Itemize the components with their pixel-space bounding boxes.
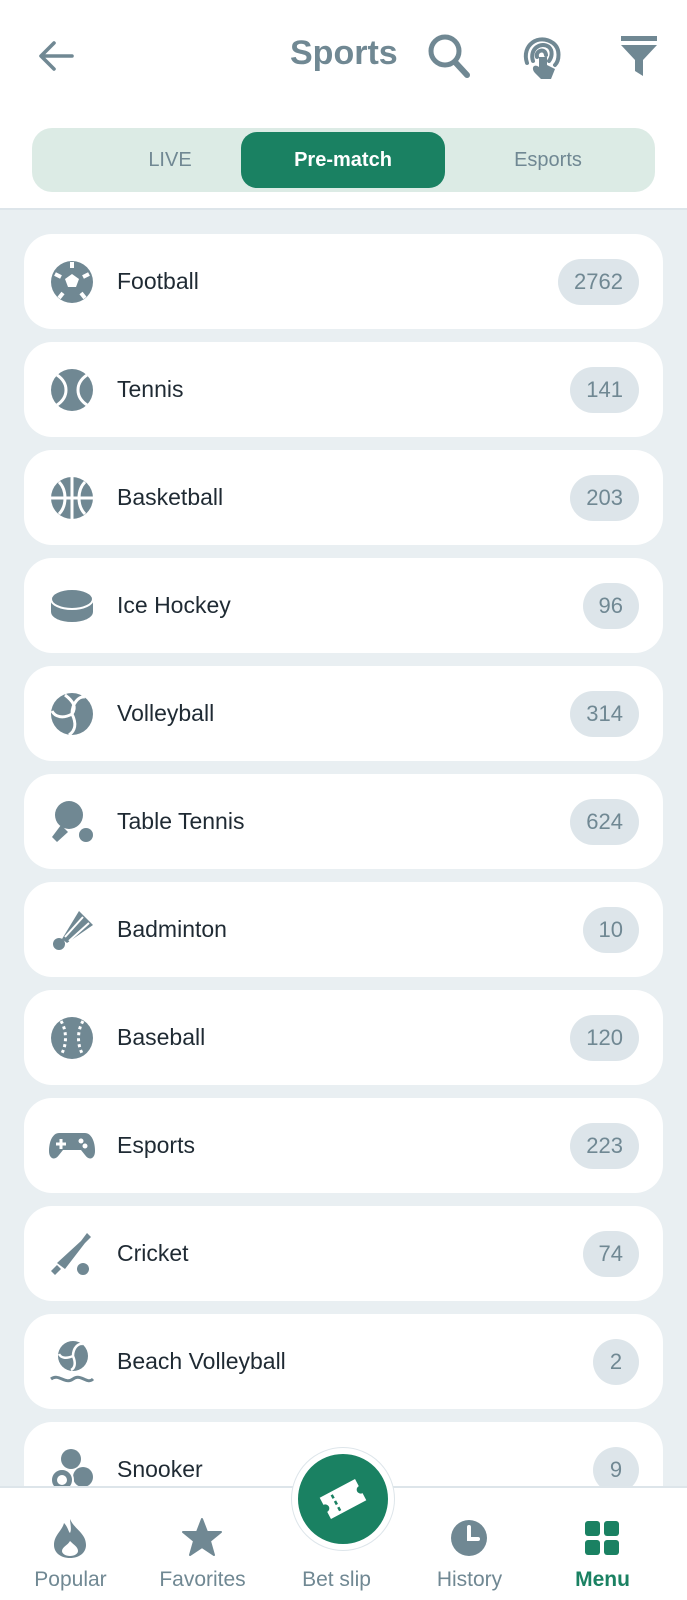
top-bar: Sports LIVE Pre-match Esports: [0, 0, 687, 210]
star-icon: [180, 1516, 224, 1560]
event-count-badge: 74: [582, 1230, 639, 1277]
tab-esports[interactable]: Esports: [446, 132, 650, 188]
event-count-badge: 96: [582, 582, 639, 629]
market-type-tabs: LIVE Pre-match Esports: [32, 128, 655, 192]
back-button[interactable]: [30, 30, 82, 82]
sport-row-tennis[interactable]: Tennis 141: [24, 342, 663, 437]
event-count-badge: 10: [582, 906, 639, 953]
sport-row-beach-volleyball[interactable]: Beach Volleyball 2: [24, 1314, 663, 1409]
sport-name: Baseball: [117, 1024, 206, 1050]
sport-name: Beach Volleyball: [117, 1348, 286, 1374]
nav-label: History: [436, 1568, 503, 1591]
nav-menu[interactable]: Menu: [534, 1488, 671, 1600]
beach-volleyball-icon: [48, 1338, 96, 1386]
table-tennis-icon: [48, 798, 96, 846]
nav-label: Popular: [34, 1568, 107, 1591]
sport-name: Ice Hockey: [117, 592, 231, 618]
sport-name: Snooker: [117, 1456, 203, 1482]
arrow-left-icon: [39, 41, 74, 71]
event-count-badge: 314: [570, 690, 639, 737]
hockey-puck-icon: [48, 582, 96, 630]
bet-slip-button[interactable]: [292, 1448, 394, 1550]
sport-row-esports[interactable]: Esports 223: [24, 1098, 663, 1193]
flame-icon: [48, 1516, 92, 1560]
event-count-badge: 141: [570, 366, 639, 413]
search-button[interactable]: [422, 28, 476, 84]
search-icon: [428, 34, 470, 78]
ticket-icon: [319, 1479, 367, 1519]
event-count-badge: 624: [570, 798, 639, 845]
football-icon: [48, 258, 96, 306]
fingerprint-icon: [523, 37, 561, 79]
sport-row-badminton[interactable]: Badminton 10: [24, 882, 663, 977]
nav-popular[interactable]: Popular: [2, 1488, 139, 1600]
sport-row-basketball[interactable]: Basketball 203: [24, 450, 663, 545]
sport-name: Table Tennis: [117, 808, 245, 834]
filter-icon: [621, 36, 657, 76]
event-count-badge: 120: [570, 1014, 639, 1061]
shuttlecock-icon: [48, 906, 96, 954]
sport-row-football[interactable]: Football 2762: [24, 234, 663, 329]
sport-row-baseball[interactable]: Baseball 120: [24, 990, 663, 1085]
sport-row-ice-hockey[interactable]: Ice Hockey 96: [24, 558, 663, 653]
sport-row-cricket[interactable]: Cricket 74: [24, 1206, 663, 1301]
clock-icon: [447, 1516, 491, 1560]
nav-history[interactable]: History: [401, 1488, 538, 1600]
page-title: Sports: [290, 34, 398, 72]
event-count-badge: 2762: [558, 258, 639, 305]
cricket-icon: [48, 1230, 96, 1278]
sport-name: Cricket: [117, 1240, 189, 1266]
sport-name: Esports: [117, 1132, 195, 1158]
nav-label: Bet slip: [302, 1568, 371, 1591]
nav-favorites[interactable]: Favorites: [134, 1488, 271, 1600]
baseball-icon: [48, 1014, 96, 1062]
grid-icon: [580, 1516, 624, 1560]
sport-row-table-tennis[interactable]: Table Tennis 624: [24, 774, 663, 869]
fingerprint-button[interactable]: [514, 28, 568, 84]
sports-list: Football 2762 Tennis 141 Basketball 203 …: [24, 234, 663, 1530]
sport-row-volleyball[interactable]: Volleyball 314: [24, 666, 663, 761]
gamepad-icon: [48, 1122, 96, 1170]
nav-label: Menu: [575, 1568, 630, 1591]
tennis-ball-icon: [48, 366, 96, 414]
tab-pre-match[interactable]: Pre-match: [241, 132, 445, 188]
volleyball-icon: [48, 690, 96, 738]
event-count-badge: 203: [570, 474, 639, 521]
sport-name: Tennis: [117, 376, 184, 402]
event-count-badge: 2: [593, 1338, 639, 1385]
basketball-icon: [48, 474, 96, 522]
filter-button[interactable]: [612, 28, 666, 84]
sport-name: Volleyball: [117, 700, 215, 726]
sport-name: Badminton: [117, 916, 227, 942]
sport-name: Football: [117, 268, 199, 294]
sport-name: Basketball: [117, 484, 224, 510]
event-count-badge: 223: [570, 1122, 639, 1169]
nav-label: Favorites: [159, 1568, 246, 1591]
